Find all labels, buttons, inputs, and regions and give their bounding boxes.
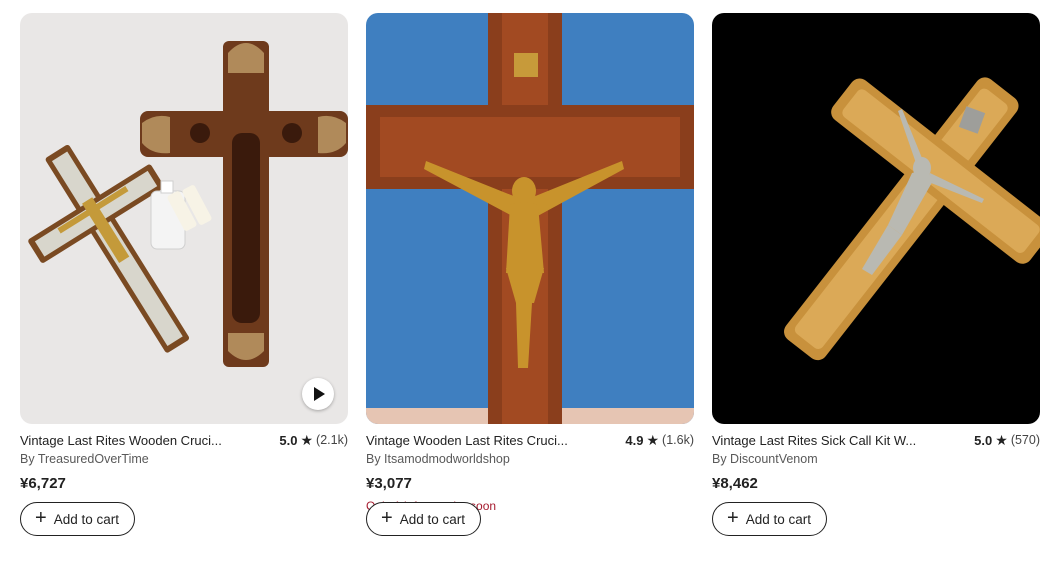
rating-score: 4.9	[625, 432, 644, 448]
add-to-cart-button[interactable]: + Add to cart	[712, 502, 827, 536]
review-count: (570)	[1010, 433, 1040, 447]
listing-card: Vintage Wooden Last Rites Cruci... 4.9 ★…	[366, 13, 694, 514]
star-icon: ★	[300, 432, 314, 448]
listing-rating: 5.0 ★ (2.1k)	[279, 433, 348, 448]
plus-icon: +	[35, 507, 47, 529]
wooden-crucifix-photo	[366, 13, 694, 424]
review-count: (1.6k)	[662, 433, 694, 447]
listing-card: Vintage Last Rites Sick Call Kit W... 5.…	[712, 13, 1040, 514]
listing-grid: Vintage Last Rites Wooden Cruci... 5.0 ★…	[0, 0, 1052, 564]
plus-icon: +	[727, 507, 739, 529]
listing-price: ¥6,727	[20, 475, 66, 492]
listing-title[interactable]: Vintage Last Rites Sick Call Kit W...	[712, 433, 916, 448]
star-icon: ★	[995, 432, 1008, 448]
listing-price: ¥3,077	[366, 475, 412, 492]
add-to-cart-label: Add to cart	[745, 511, 811, 527]
rating-score: 5.0	[279, 432, 298, 448]
crucifix-kit-photo	[20, 13, 348, 424]
add-to-cart-button[interactable]: + Add to cart	[20, 502, 135, 536]
shop-name[interactable]: By TreasuredOverTime	[20, 450, 348, 468]
listing-rating: 4.9 ★ (1.6k)	[625, 433, 694, 448]
add-to-cart-label: Add to cart	[399, 511, 465, 527]
play-icon	[314, 387, 325, 401]
star-icon: ★	[646, 432, 660, 448]
shop-name[interactable]: By Itsamodmodworldshop	[366, 450, 694, 468]
listing-rating: 5.0 ★ (570)	[974, 433, 1040, 448]
add-to-cart-button[interactable]: + Add to cart	[366, 502, 481, 536]
listing-price: ¥8,462	[712, 475, 758, 492]
rating-score: 5.0	[974, 432, 993, 448]
listing-title[interactable]: Vintage Wooden Last Rites Cruci...	[366, 433, 568, 448]
play-video-button[interactable]	[302, 378, 334, 410]
plus-icon: +	[381, 507, 393, 529]
listing-image[interactable]	[20, 13, 348, 424]
listing-image[interactable]	[712, 13, 1040, 424]
listing-title[interactable]: Vintage Last Rites Wooden Cruci...	[20, 433, 222, 448]
review-count: (2.1k)	[316, 433, 348, 447]
listing-card: Vintage Last Rites Wooden Cruci... 5.0 ★…	[20, 13, 348, 514]
shop-name[interactable]: By DiscountVenom	[712, 450, 1040, 468]
listing-image[interactable]	[366, 13, 694, 424]
sick-call-crucifix-photo	[712, 13, 1040, 424]
add-to-cart-label: Add to cart	[53, 511, 119, 527]
